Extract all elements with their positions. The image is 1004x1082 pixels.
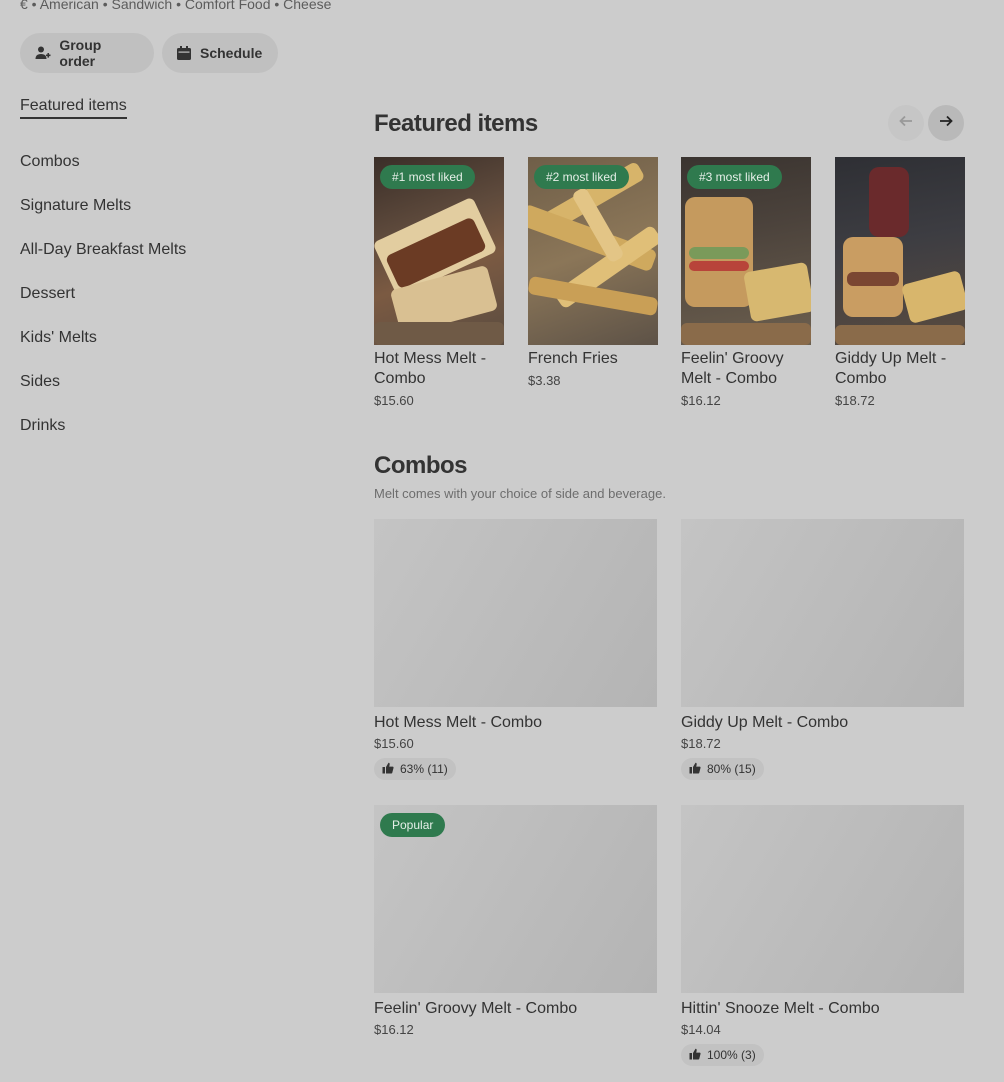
item-name: Giddy Up Melt - Combo [681,714,849,731]
featured-item-card[interactable]: #2 most liked French Fries $3.38 [528,157,658,388]
rating-badge: 80% (15) [681,758,764,780]
schedule-label: Schedule [200,45,263,61]
rating-text: 63% (11) [400,762,448,776]
carousel-next-button[interactable] [928,105,964,141]
nav-item-label: Drinks [20,417,66,434]
most-liked-badge: #2 most liked [534,165,629,189]
group-order-button[interactable]: Group order [20,33,154,73]
nav-item-label: All-Day Breakfast Melts [20,241,187,258]
food-image: #2 most liked [528,157,658,345]
rating-text: 80% (15) [707,762,756,776]
item-price: $15.60 [374,736,414,751]
food-image-placeholder [374,519,657,707]
nav-item-label: Combos [20,153,80,170]
item-name: Feelin' Groovy Melt - Combo [374,1000,578,1017]
featured-item-card[interactable]: #3 most liked Feelin' Groovy Melt - Comb… [681,157,811,408]
item-price: $14.04 [681,1022,721,1037]
item-price: $3.38 [528,373,561,388]
rating-text: 100% (3) [707,1048,756,1062]
food-image-placeholder [681,519,964,707]
item-price: $16.12 [374,1022,414,1037]
item-name: Hittin' Snooze Melt - Combo [681,1000,880,1017]
food-image-placeholder: Popular [374,805,657,993]
nav-item-label: Dessert [20,285,76,302]
item-name: French Fries [528,350,618,367]
popular-badge: Popular [380,813,446,837]
calendar-icon [176,44,192,62]
item-price: $15.60 [374,393,414,408]
food-image: #1 most liked [374,157,504,345]
nav-item-sides[interactable]: Sides [20,372,320,416]
item-name: Hot Mess Melt - Combo [374,714,543,731]
arrow-left-icon [898,113,914,134]
item-price: $18.72 [681,736,721,751]
nav-item-signature-melts[interactable]: Signature Melts [20,196,320,240]
cuisine-tags: € • American • Sandwich • Comfort Food •… [20,0,332,12]
nav-item-dessert[interactable]: Dessert [20,284,320,328]
featured-item-card[interactable]: Giddy Up Melt - Combo $18.72 [835,157,965,408]
menu-category-nav: Featured items Combos Signature Melts Al… [20,96,320,460]
item-price: $18.72 [835,393,875,408]
rating-badge: 63% (11) [374,758,456,780]
thumbs-up-icon [689,1048,701,1063]
nav-item-label: Featured items [20,96,127,119]
carousel-prev-button[interactable] [888,105,924,141]
combos-subtitle: Melt comes with your choice of side and … [374,486,666,501]
group-order-label: Group order [59,37,102,69]
most-liked-badge: #3 most liked [687,165,782,189]
nav-item-combos[interactable]: Combos [20,152,320,196]
nav-item-drinks[interactable]: Drinks [20,416,320,460]
featured-item-card[interactable]: #1 most liked Hot Mess Melt - Combo $15.… [374,157,504,408]
add-person-icon [34,44,51,62]
item-price: $16.12 [681,393,721,408]
combo-item-card[interactable]: Hot Mess Melt - Combo $15.60 63% (11) [374,519,657,780]
combo-item-card[interactable]: Giddy Up Melt - Combo $18.72 80% (15) [681,519,964,780]
nav-item-all-day-breakfast-melts[interactable]: All-Day Breakfast Melts [20,240,320,284]
nav-item-featured-items[interactable]: Featured items [20,96,320,152]
schedule-button[interactable]: Schedule [162,33,278,73]
rating-badge: 100% (3) [681,1044,764,1066]
nav-item-label: Signature Melts [20,197,132,214]
nav-item-label: Sides [20,373,61,390]
item-name: Giddy Up Melt - Combo [835,350,947,387]
food-image-placeholder [681,805,964,993]
item-name: Feelin' Groovy Melt - Combo [681,350,784,387]
most-liked-badge: #1 most liked [380,165,475,189]
featured-items-title: Featured items [374,110,538,137]
thumbs-up-icon [689,762,701,777]
arrow-right-icon [938,113,954,134]
nav-item-label: Kids' Melts [20,329,97,346]
food-image: #3 most liked [681,157,811,345]
thumbs-up-icon [382,762,394,777]
nav-item-kids-melts[interactable]: Kids' Melts [20,328,320,372]
combo-item-card[interactable]: Popular Feelin' Groovy Melt - Combo $16.… [374,805,657,1037]
item-name: Hot Mess Melt - Combo [374,350,487,387]
combo-item-card[interactable]: Hittin' Snooze Melt - Combo $14.04 100% … [681,805,964,1066]
food-image [835,157,965,345]
combos-title: Combos [374,452,468,479]
